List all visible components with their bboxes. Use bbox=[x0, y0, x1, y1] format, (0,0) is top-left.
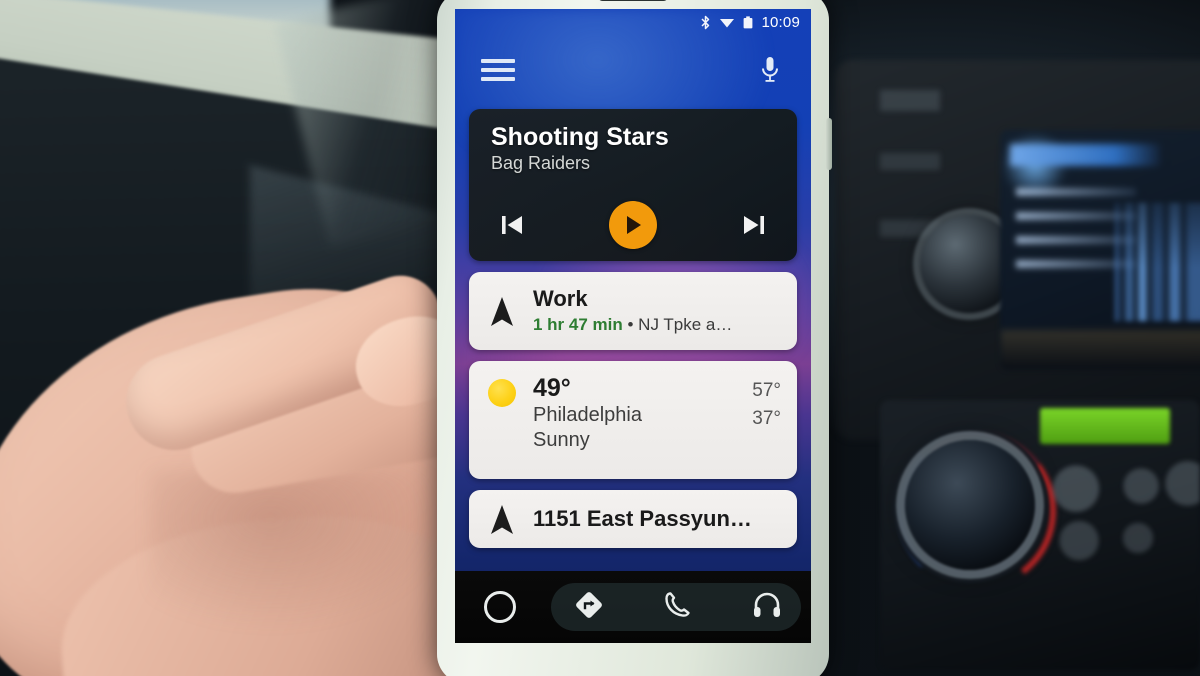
address-title: 1151 East Passyun… bbox=[533, 506, 752, 531]
weather-current-temperature: 49° bbox=[533, 374, 571, 402]
destination-title: Work bbox=[533, 285, 588, 311]
screenshot-scene: 10:09 Shooting Stars Bag Raiders Work 1 … bbox=[0, 0, 1200, 676]
bottom-nav-items bbox=[455, 571, 811, 643]
power-button[interactable] bbox=[826, 118, 832, 170]
skip-previous-icon[interactable] bbox=[499, 212, 525, 238]
maps-diamond-icon bbox=[572, 588, 606, 627]
media-controls bbox=[469, 201, 797, 249]
hand-shading bbox=[150, 470, 450, 630]
status-bar: 10:09 bbox=[455, 9, 811, 35]
card-stack: Shooting Stars Bag Raiders Work 1 hr 47 … bbox=[455, 109, 811, 559]
weather-city: Philadelphia bbox=[533, 403, 642, 426]
destination-eta: 1 hr 47 min bbox=[533, 314, 623, 334]
climate-temperature-knob bbox=[905, 440, 1035, 570]
nav-item-phone[interactable] bbox=[633, 571, 722, 643]
bottom-navigation-bar bbox=[455, 571, 811, 643]
nav-item-media[interactable] bbox=[722, 571, 811, 643]
weather-condition: Sunny bbox=[533, 429, 590, 452]
sunny-icon bbox=[485, 375, 519, 407]
wifi-icon bbox=[719, 16, 735, 28]
media-track-title: Shooting Stars bbox=[491, 123, 669, 151]
weather-high-low: 57° 37° bbox=[752, 375, 781, 432]
climate-lcd-display bbox=[1040, 408, 1170, 444]
address-destination-card[interactable]: 1151 East Passyun… bbox=[469, 490, 797, 548]
play-icon[interactable] bbox=[609, 201, 657, 249]
destination-route: • NJ Tpke a… bbox=[622, 314, 733, 334]
hamburger-menu-icon[interactable] bbox=[481, 59, 515, 81]
nav-item-home[interactable] bbox=[455, 571, 544, 643]
phone-screen: 10:09 Shooting Stars Bag Raiders Work 1 … bbox=[455, 9, 811, 643]
head-unit-title-bar bbox=[1010, 144, 1160, 166]
head-unit-bar-graph bbox=[1114, 202, 1200, 322]
head-unit-footer bbox=[1000, 330, 1200, 370]
navigation-texts: Work 1 hr 47 min • NJ Tpke a… bbox=[533, 286, 732, 336]
media-card[interactable]: Shooting Stars Bag Raiders bbox=[469, 109, 797, 261]
climate-button-cluster bbox=[1045, 460, 1200, 590]
destination-subtitle: 1 hr 47 min • NJ Tpke a… bbox=[533, 314, 732, 336]
weather-high: 57° bbox=[752, 380, 781, 401]
media-artist-name: Bag Raiders bbox=[491, 153, 591, 173]
navigation-arrow-icon bbox=[485, 294, 519, 328]
status-clock: 10:09 bbox=[761, 13, 800, 31]
smartphone: 10:09 Shooting Stars Bag Raiders Work 1 … bbox=[437, 0, 832, 676]
bluetooth-icon bbox=[700, 15, 711, 30]
phone-earpiece bbox=[598, 0, 668, 1]
skip-next-icon[interactable] bbox=[741, 212, 767, 238]
navigation-arrow-icon bbox=[485, 502, 519, 536]
car-head-unit-display bbox=[1000, 130, 1200, 370]
app-bar bbox=[455, 39, 811, 101]
home-circle-icon bbox=[483, 591, 516, 623]
phone-icon bbox=[663, 590, 693, 625]
battery-icon bbox=[743, 15, 753, 29]
headphones-icon bbox=[752, 591, 782, 624]
nav-item-navigation[interactable] bbox=[544, 571, 633, 643]
microphone-icon[interactable] bbox=[755, 53, 785, 87]
weather-main: 49° Philadelphia Sunny bbox=[533, 374, 738, 454]
navigation-destination-card[interactable]: Work 1 hr 47 min • NJ Tpke a… bbox=[469, 272, 797, 350]
weather-card[interactable]: 49° Philadelphia Sunny 57° 37° bbox=[469, 361, 797, 479]
weather-low: 37° bbox=[752, 407, 781, 429]
